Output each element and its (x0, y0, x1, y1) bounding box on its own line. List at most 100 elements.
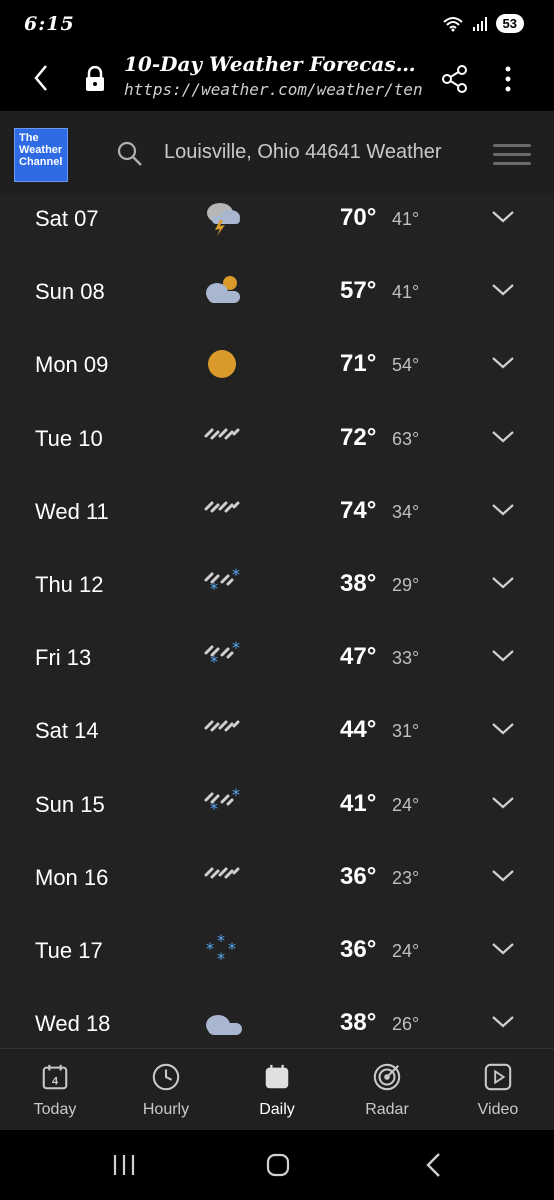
chevron-down-icon[interactable] (490, 352, 516, 372)
forecast-row[interactable]: Sun 08 57° 41° (0, 267, 554, 340)
forecast-row[interactable]: Sun 15 * * 41° 24° (0, 780, 554, 853)
chevron-down-icon[interactable] (490, 426, 516, 446)
low-temp: 24° (392, 794, 420, 815)
snow-icon: * * * * (200, 930, 246, 970)
recent-apps-icon[interactable] (112, 1152, 136, 1178)
high-temp: 36° (340, 936, 377, 963)
sunny-icon (200, 344, 246, 384)
share-icon[interactable] (440, 64, 470, 94)
home-icon[interactable] (265, 1152, 291, 1178)
high-temp: 71° (340, 350, 377, 378)
low-temp: 34° (392, 501, 420, 522)
day-label: Sat 07 (35, 206, 99, 231)
high-temp: 70° (340, 204, 377, 231)
low-temp: 41° (392, 209, 420, 229)
nav-label: Today (33, 1101, 77, 1118)
forecast-row[interactable]: Mon 09 71° 54° (0, 340, 554, 413)
signal-icon (472, 16, 487, 31)
svg-text:*: * (210, 579, 218, 598)
forecast-row[interactable]: Tue 17 * * * * 36° 24° (0, 926, 554, 999)
low-temp: 41° (392, 282, 420, 303)
nav-label: Hourly (142, 1101, 190, 1118)
status-time: 6:15 (24, 13, 75, 35)
system-navigation-bar (0, 1130, 554, 1200)
chevron-down-icon[interactable] (490, 865, 516, 885)
forecast-row[interactable]: Wed 18 38° 26° (0, 999, 554, 1048)
forecast-row[interactable]: Fri 13 * * 47° 33° (0, 633, 554, 706)
logo-line: The (19, 132, 39, 144)
cloudy-icon (200, 1003, 246, 1043)
search-icon[interactable] (116, 140, 144, 168)
day-label: Sun 08 (35, 279, 105, 305)
lock-icon[interactable] (84, 66, 106, 92)
svg-text:*: * (210, 652, 218, 671)
nav-label: Daily (259, 1101, 295, 1118)
nav-video[interactable]: Video (448, 1061, 548, 1119)
chevron-down-icon[interactable] (490, 645, 516, 665)
rain-icon (200, 710, 246, 750)
low-temp: 24° (392, 941, 420, 961)
nav-label: Video (477, 1101, 519, 1118)
high-temp: 44° (340, 716, 377, 744)
day-label: Wed 11 (35, 498, 109, 524)
chevron-down-icon[interactable] (490, 499, 516, 519)
status-bar: 6:15 53 (0, 0, 554, 46)
high-temp: 38° (340, 570, 377, 597)
forecast-row[interactable]: Sat 07 70° 41° (0, 194, 554, 267)
location-search-input[interactable]: Louisville, Ohio 44641 Weather (164, 141, 442, 164)
high-temp: 41° (340, 789, 377, 817)
low-temp: 29° (392, 575, 420, 595)
high-temp: 47° (340, 643, 377, 671)
chevron-down-icon[interactable] (490, 279, 516, 299)
nav-radar[interactable]: Radar (337, 1061, 437, 1119)
status-icons: 53 (442, 14, 524, 33)
chevron-down-icon[interactable] (490, 718, 516, 738)
day-label: Mon 09 (35, 352, 109, 378)
page-title: 10-Day Weather Forecast... (124, 52, 424, 76)
menu-icon[interactable] (493, 144, 531, 171)
nav-today[interactable]: 4 Today (5, 1061, 105, 1119)
chevron-down-icon[interactable] (490, 792, 516, 812)
high-temp: 38° (340, 1009, 377, 1037)
day-label: Sun 15 (35, 791, 105, 817)
chevron-down-icon[interactable] (490, 938, 516, 958)
forecast-row[interactable]: Thu 12 * * 38° 29° (0, 560, 554, 633)
bottom-navigation: 4 Today Hourly Daily Radar Video (0, 1048, 554, 1130)
svg-text:*: * (217, 931, 225, 950)
weather-channel-logo[interactable]: The Weather Channel (14, 128, 68, 182)
logo-line: Channel (19, 156, 63, 168)
chevron-down-icon[interactable] (490, 1011, 516, 1031)
calendar-filled-icon (227, 1061, 327, 1093)
page-url: https://weather.com/weather/ten (124, 80, 423, 99)
system-back-icon[interactable] (424, 1152, 444, 1178)
high-temp: 72° (340, 423, 377, 451)
battery-indicator: 53 (495, 14, 524, 33)
site-header: The Weather Channel Louisville, Ohio 446… (0, 112, 554, 194)
day-label: Thu 12 (35, 572, 104, 597)
forecast-row[interactable]: Wed 11 74° 34° (0, 487, 554, 560)
nav-hourly[interactable]: Hourly (116, 1061, 216, 1119)
thunderstorm-icon (200, 198, 246, 238)
day-label: Mon 16 (35, 864, 109, 890)
svg-text:*: * (206, 939, 214, 958)
address-bar[interactable]: 10-Day Weather Forecast... https://weath… (124, 52, 424, 99)
forecast-row[interactable]: Sat 14 44° 31° (0, 706, 554, 779)
chevron-down-icon[interactable] (490, 206, 516, 226)
rain-icon (200, 418, 246, 458)
svg-text:*: * (217, 949, 225, 968)
clock-icon (116, 1061, 216, 1093)
day-label: Fri 13 (35, 645, 92, 671)
low-temp: 31° (392, 721, 420, 742)
high-temp: 74° (340, 496, 377, 524)
video-icon (448, 1061, 548, 1093)
rain-snow-icon: * * (200, 784, 246, 824)
back-arrow-icon[interactable] (30, 64, 54, 92)
nav-daily[interactable]: Daily (227, 1061, 327, 1119)
partly-cloudy-icon (200, 271, 246, 311)
forecast-row[interactable]: Mon 16 36° 23° (0, 853, 554, 926)
chevron-down-icon[interactable] (490, 572, 516, 592)
forecast-row[interactable]: Tue 10 72° 63° (0, 414, 554, 487)
more-options-icon[interactable] (496, 64, 520, 94)
calendar-icon: 4 (5, 1061, 105, 1093)
logo-line: Weather (19, 144, 63, 156)
